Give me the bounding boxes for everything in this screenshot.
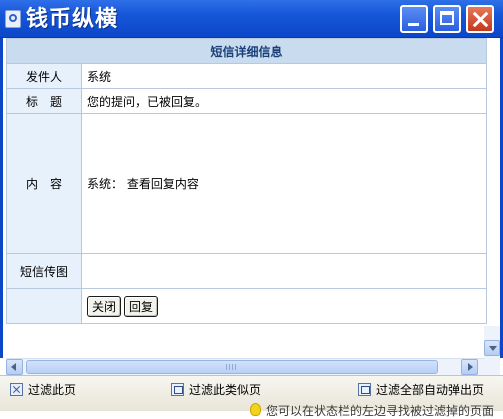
filter-similar-link[interactable]: 过滤此类似页	[171, 382, 261, 398]
actions-cell: 关闭 回复	[80, 288, 488, 324]
window-title: 钱币纵横	[26, 6, 119, 32]
content-label: 内 容	[6, 113, 82, 254]
table-row-sender: 发件人 系统	[6, 63, 488, 89]
filter-similar-icon	[171, 383, 184, 396]
sender-label: 发件人	[6, 63, 82, 89]
minimize-button[interactable]	[400, 5, 428, 33]
vertical-scrollbar[interactable]	[484, 326, 500, 358]
filter-page-label: 过滤此页	[28, 383, 77, 397]
subject-label: 标 题	[6, 88, 82, 114]
scroll-left-button[interactable]	[6, 359, 23, 375]
image-value	[80, 253, 488, 289]
filter-hint-text: 您可以在状态栏的左边寻找被过滤掉的页面	[266, 404, 495, 418]
table-row-actions: 关闭 回复	[6, 288, 488, 324]
table-row-image: 短信传图	[6, 253, 488, 289]
filter-all-label: 过滤全部自动弹出页	[376, 383, 485, 397]
grip-icon	[226, 364, 236, 370]
horizontal-scrollbar[interactable]	[6, 358, 484, 375]
title-bar[interactable]: 钱币纵横	[0, 0, 503, 38]
image-label: 短信传图	[6, 253, 82, 289]
table-row-content: 内 容 系统： 查看回复内容	[6, 113, 488, 254]
popup-filter-bar: 过滤此页 过滤此类似页 过滤全部自动弹出页 您可以在状态栏的左边寻找被过滤掉的页…	[0, 375, 503, 418]
filter-similar-label: 过滤此类似页	[189, 383, 262, 397]
filter-icon	[10, 383, 23, 396]
scroll-right-button[interactable]	[461, 359, 478, 375]
scroll-thumb[interactable]	[26, 360, 438, 374]
filter-all-icon	[358, 383, 371, 396]
subject-value: 您的提问，已被回复。	[80, 88, 488, 114]
actions-label	[6, 288, 82, 324]
app-icon[interactable]	[5, 10, 21, 28]
content-frame: 短信详细信息 发件人 系统 标 题 您的提问，已被回复。 内 容 系统： 查看回…	[0, 38, 503, 375]
message-detail-table: 短信详细信息 发件人 系统 标 题 您的提问，已被回复。 内 容 系统： 查看回…	[5, 38, 488, 324]
close-window-button[interactable]	[466, 5, 494, 33]
close-button[interactable]: 关闭	[87, 295, 122, 317]
bulb-icon	[250, 403, 261, 416]
reply-button[interactable]: 回复	[124, 295, 159, 317]
scroll-corner	[484, 358, 500, 375]
filter-all-link[interactable]: 过滤全部自动弹出页	[358, 382, 484, 398]
content-value: 系统： 查看回复内容	[80, 113, 488, 254]
maximize-button[interactable]	[433, 5, 461, 33]
table-header: 短信详细信息	[5, 38, 488, 64]
filter-page-link[interactable]: 过滤此页	[10, 382, 76, 398]
sender-value: 系统	[80, 63, 488, 89]
scroll-down-button[interactable]	[484, 340, 500, 356]
table-row-subject: 标 题 您的提问，已被回复。	[6, 88, 488, 114]
